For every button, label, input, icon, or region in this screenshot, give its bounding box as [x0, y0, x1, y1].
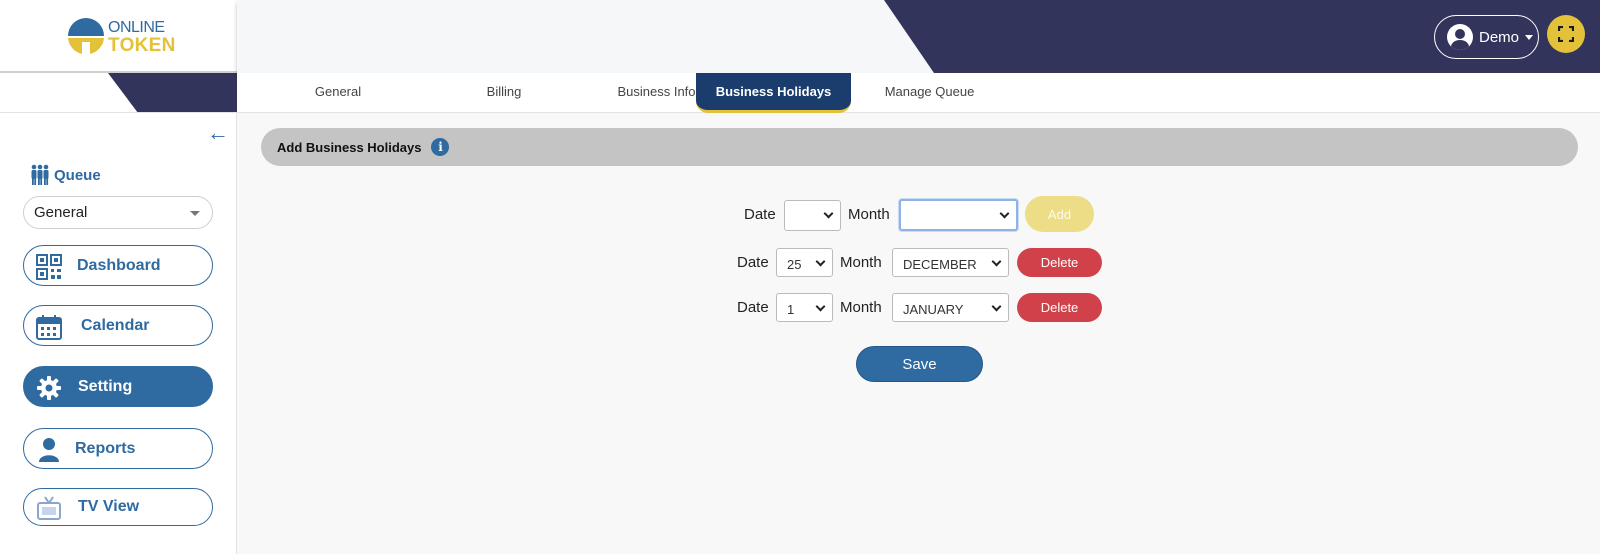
brand-line2: TOKEN — [108, 35, 176, 56]
sidebar-item-label: Reports — [75, 439, 136, 457]
sidebar-strip — [0, 73, 237, 113]
holiday-month-value: DECEMBER — [903, 257, 977, 272]
tab-manage-queue[interactable]: Manage Queue — [852, 73, 1007, 110]
section-header: Add Business Holidays i — [261, 128, 1578, 166]
date-label: Date — [737, 299, 769, 316]
chevron-down-icon — [999, 208, 1010, 219]
tab-billing[interactable]: Billing — [439, 73, 569, 110]
new-month-select[interactable] — [899, 199, 1018, 231]
user-icon — [39, 438, 59, 462]
sidebar-item-tv-view[interactable]: TV View — [23, 488, 213, 526]
date-label: Date — [737, 254, 769, 271]
date-label: Date — [744, 206, 776, 223]
tab-general[interactable]: General — [273, 73, 403, 110]
holiday-date-select[interactable]: 1 — [776, 293, 833, 322]
holiday-date-value: 25 — [787, 257, 802, 272]
sidebar-item-setting[interactable]: Setting — [23, 366, 213, 407]
queue-heading: Queue — [30, 164, 101, 186]
tv-icon — [37, 496, 61, 520]
sidebar: ONLINE TOKEN ← Queue General Dashboard C… — [0, 0, 237, 554]
save-button[interactable]: Save — [856, 346, 983, 382]
holiday-month-select[interactable]: DECEMBER — [892, 248, 1009, 277]
collapse-sidebar-arrow-icon[interactable]: ← — [207, 120, 229, 146]
chevron-down-icon — [815, 256, 826, 267]
new-date-select[interactable] — [784, 200, 841, 231]
decorative-wedge — [108, 73, 237, 112]
fullscreen-icon — [1558, 26, 1574, 42]
logo-icon — [68, 18, 104, 54]
chevron-down-icon — [823, 208, 834, 219]
avatar-icon — [1447, 24, 1473, 50]
app: ONLINE TOKEN ← Queue General Dashboard C… — [0, 0, 1600, 554]
month-label: Month — [848, 206, 890, 223]
sidebar-item-calendar[interactable]: Calendar — [23, 305, 213, 346]
user-name: Demo — [1479, 28, 1520, 46]
sidebar-item-label: Setting — [78, 377, 133, 395]
gear-icon — [37, 376, 61, 400]
brand-logo[interactable]: ONLINE TOKEN — [66, 16, 176, 58]
section-title: Add Business Holidays — [277, 139, 422, 155]
chevron-down-icon — [991, 301, 1002, 312]
sidebar-item-reports[interactable]: Reports — [23, 428, 213, 469]
chevron-down-icon — [991, 256, 1002, 267]
holiday-date-value: 1 — [787, 302, 795, 317]
queue-select[interactable]: General — [23, 196, 213, 229]
caret-down-icon — [1525, 34, 1534, 40]
delete-holiday-button[interactable]: Delete — [1017, 293, 1102, 322]
logo-area: ONLINE TOKEN — [0, 0, 237, 73]
chevron-down-icon — [815, 301, 826, 312]
queue-label: Queue — [54, 166, 101, 184]
month-label: Month — [840, 254, 882, 271]
queue-select-value: General — [34, 204, 88, 221]
settings-tabs: General Billing Business Info Business H… — [237, 73, 1600, 113]
user-menu-button[interactable]: Demo — [1434, 15, 1539, 59]
fullscreen-button[interactable] — [1547, 15, 1585, 53]
info-icon[interactable]: i — [431, 138, 450, 156]
sidebar-item-label: TV View — [78, 498, 140, 515]
caret-down-icon — [190, 211, 200, 216]
qr-code-icon — [36, 254, 62, 280]
delete-holiday-button[interactable]: Delete — [1017, 248, 1102, 277]
people-icon — [31, 164, 49, 185]
top-header — [237, 0, 1600, 73]
sidebar-item-label: Calendar — [81, 316, 150, 334]
holiday-month-select[interactable]: JANUARY — [892, 293, 1009, 322]
sidebar-item-label: Dashboard — [77, 256, 161, 274]
tab-business-holidays[interactable]: Business Holidays — [696, 73, 851, 113]
holiday-date-select[interactable]: 25 — [776, 248, 833, 277]
sidebar-item-dashboard[interactable]: Dashboard — [23, 245, 213, 286]
add-holiday-button[interactable]: Add — [1025, 196, 1094, 232]
holiday-month-value: JANUARY — [903, 302, 964, 317]
month-label: Month — [840, 299, 882, 316]
calendar-icon — [36, 315, 62, 340]
